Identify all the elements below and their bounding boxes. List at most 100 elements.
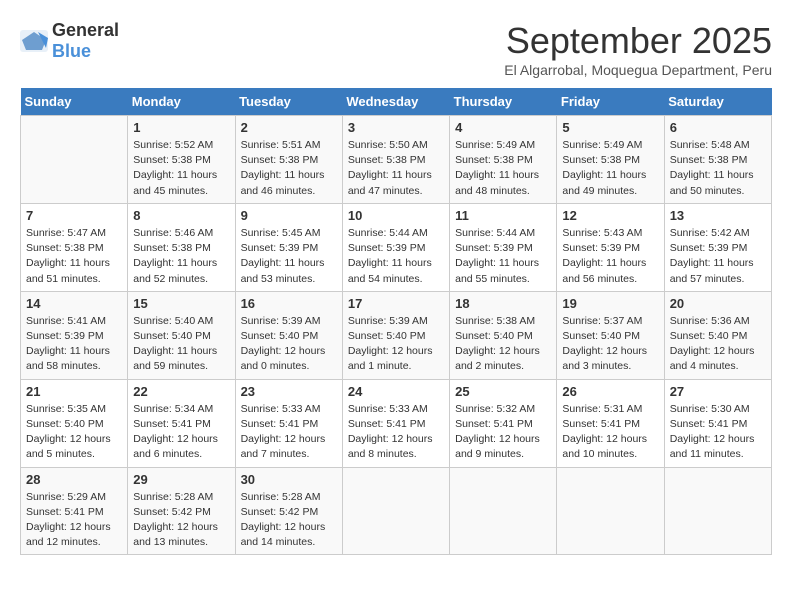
day-cell: 29 Sunrise: 5:28 AM Sunset: 5:42 PM Dayli… xyxy=(128,467,235,555)
logo: General Blue xyxy=(20,20,119,62)
day-info: Sunrise: 5:43 AM Sunset: 5:39 PM Dayligh… xyxy=(562,226,658,287)
day-info: Sunrise: 5:30 AM Sunset: 5:41 PM Dayligh… xyxy=(670,402,766,463)
day-cell: 30Sunrise: 5:28 AM Sunset: 5:42 PM Dayli… xyxy=(235,467,342,555)
day-number: 25 xyxy=(455,384,551,399)
day-number: 11 xyxy=(455,208,551,223)
day-cell: 11 Sunrise: 5:44 AM Sunset: 5:39 PM Dayli… xyxy=(450,203,557,291)
logo-text: General Blue xyxy=(52,20,119,62)
day-cell: 14 Sunrise: 5:41 AM Sunset: 5:39 PM Dayli… xyxy=(21,291,128,379)
day-info: Sunrise: 5:33 AM Sunset: 5:41 PM Dayligh… xyxy=(241,402,337,463)
day-cell: 15 Sunrise: 5:40 AM Sunset: 5:40 PM Dayli… xyxy=(128,291,235,379)
day-cell: 5Sunrise: 5:49 AM Sunset: 5:38 PM Daylig… xyxy=(557,116,664,204)
day-number: 6 xyxy=(670,120,766,135)
day-cell: 9Sunrise: 5:45 AM Sunset: 5:39 PM Daylig… xyxy=(235,203,342,291)
calendar-table: SundayMondayTuesdayWednesdayThursdayFrid… xyxy=(20,88,772,555)
day-cell: 10Sunrise: 5:44 AM Sunset: 5:39 PM Dayli… xyxy=(342,203,449,291)
day-info: Sunrise: 5:50 AM Sunset: 5:38 PM Dayligh… xyxy=(348,138,444,199)
day-info: Sunrise: 5:35 AM Sunset: 5:40 PM Dayligh… xyxy=(26,402,122,463)
day-number: 1 xyxy=(133,120,229,135)
day-number: 28 xyxy=(26,472,122,487)
day-number: 9 xyxy=(241,208,337,223)
week-row-3: 14 Sunrise: 5:41 AM Sunset: 5:39 PM Dayli… xyxy=(21,291,772,379)
header-cell-thursday: Thursday xyxy=(450,88,557,116)
day-number: 27 xyxy=(670,384,766,399)
day-number: 18 xyxy=(455,296,551,311)
header: General Blue September 2025 El Algarroba… xyxy=(20,20,772,78)
day-cell: 21Sunrise: 5:35 AM Sunset: 5:40 PM Dayli… xyxy=(21,379,128,467)
header-row: SundayMondayTuesdayWednesdayThursdayFrid… xyxy=(21,88,772,116)
day-cell: 23 Sunrise: 5:33 AM Sunset: 5:41 PM Dayli… xyxy=(235,379,342,467)
day-info: Sunrise: 5:31 AM Sunset: 5:41 PM Dayligh… xyxy=(562,402,658,463)
day-info: Sunrise: 5:36 AM Sunset: 5:40 PM Dayligh… xyxy=(670,314,766,375)
day-info: Sunrise: 5:41 AM Sunset: 5:39 PM Dayligh… xyxy=(26,314,122,375)
day-cell xyxy=(21,116,128,204)
day-number: 2 xyxy=(241,120,337,135)
day-number: 17 xyxy=(348,296,444,311)
header-cell-tuesday: Tuesday xyxy=(235,88,342,116)
week-row-1: 1 Sunrise: 5:52 AM Sunset: 5:38 PM Daylig… xyxy=(21,116,772,204)
day-info: Sunrise: 5:33 AM Sunset: 5:41 PM Dayligh… xyxy=(348,402,444,463)
day-cell: 24 Sunrise: 5:33 AM Sunset: 5:41 PM Dayli… xyxy=(342,379,449,467)
day-info: Sunrise: 5:42 AM Sunset: 5:39 PM Dayligh… xyxy=(670,226,766,287)
week-row-2: 7Sunrise: 5:47 AM Sunset: 5:38 PM Daylig… xyxy=(21,203,772,291)
day-info: Sunrise: 5:29 AM Sunset: 5:41 PM Dayligh… xyxy=(26,490,122,551)
day-info: Sunrise: 5:34 AM Sunset: 5:41 PM Dayligh… xyxy=(133,402,229,463)
day-number: 26 xyxy=(562,384,658,399)
day-info: Sunrise: 5:51 AM Sunset: 5:38 PM Dayligh… xyxy=(241,138,337,199)
header-cell-sunday: Sunday xyxy=(21,88,128,116)
day-cell: 13 Sunrise: 5:42 AM Sunset: 5:39 PM Dayli… xyxy=(664,203,771,291)
logo-icon xyxy=(20,30,48,52)
day-cell: 7Sunrise: 5:47 AM Sunset: 5:38 PM Daylig… xyxy=(21,203,128,291)
day-number: 30 xyxy=(241,472,337,487)
day-number: 23 xyxy=(241,384,337,399)
day-cell: 18 Sunrise: 5:38 AM Sunset: 5:40 PM Dayli… xyxy=(450,291,557,379)
day-cell: 20 Sunrise: 5:36 AM Sunset: 5:40 PM Dayli… xyxy=(664,291,771,379)
day-number: 16 xyxy=(241,296,337,311)
day-number: 22 xyxy=(133,384,229,399)
day-number: 20 xyxy=(670,296,766,311)
day-info: Sunrise: 5:49 AM Sunset: 5:38 PM Dayligh… xyxy=(562,138,658,199)
day-cell: 16Sunrise: 5:39 AM Sunset: 5:40 PM Dayli… xyxy=(235,291,342,379)
day-cell: 27 Sunrise: 5:30 AM Sunset: 5:41 PM Dayli… xyxy=(664,379,771,467)
day-cell: 12 Sunrise: 5:43 AM Sunset: 5:39 PM Dayli… xyxy=(557,203,664,291)
day-cell: 26 Sunrise: 5:31 AM Sunset: 5:41 PM Dayli… xyxy=(557,379,664,467)
day-info: Sunrise: 5:40 AM Sunset: 5:40 PM Dayligh… xyxy=(133,314,229,375)
day-info: Sunrise: 5:39 AM Sunset: 5:40 PM Dayligh… xyxy=(348,314,444,375)
header-cell-friday: Friday xyxy=(557,88,664,116)
logo-general: General xyxy=(52,20,119,40)
day-cell: 6 Sunrise: 5:48 AM Sunset: 5:38 PM Daylig… xyxy=(664,116,771,204)
header-cell-monday: Monday xyxy=(128,88,235,116)
header-cell-wednesday: Wednesday xyxy=(342,88,449,116)
day-number: 15 xyxy=(133,296,229,311)
day-info: Sunrise: 5:48 AM Sunset: 5:38 PM Dayligh… xyxy=(670,138,766,199)
day-info: Sunrise: 5:52 AM Sunset: 5:38 PM Dayligh… xyxy=(133,138,229,199)
day-info: Sunrise: 5:44 AM Sunset: 5:39 PM Dayligh… xyxy=(455,226,551,287)
day-cell: 8Sunrise: 5:46 AM Sunset: 5:38 PM Daylig… xyxy=(128,203,235,291)
week-row-4: 21Sunrise: 5:35 AM Sunset: 5:40 PM Dayli… xyxy=(21,379,772,467)
location-title: El Algarrobal, Moquegua Department, Peru xyxy=(504,62,772,78)
day-number: 7 xyxy=(26,208,122,223)
day-number: 29 xyxy=(133,472,229,487)
day-number: 8 xyxy=(133,208,229,223)
day-cell: 3Sunrise: 5:50 AM Sunset: 5:38 PM Daylig… xyxy=(342,116,449,204)
day-number: 12 xyxy=(562,208,658,223)
day-number: 14 xyxy=(26,296,122,311)
day-info: Sunrise: 5:32 AM Sunset: 5:41 PM Dayligh… xyxy=(455,402,551,463)
day-number: 24 xyxy=(348,384,444,399)
day-cell: 17 Sunrise: 5:39 AM Sunset: 5:40 PM Dayli… xyxy=(342,291,449,379)
day-cell xyxy=(450,467,557,555)
day-cell xyxy=(664,467,771,555)
month-title: September 2025 xyxy=(504,20,772,62)
day-number: 19 xyxy=(562,296,658,311)
day-info: Sunrise: 5:37 AM Sunset: 5:40 PM Dayligh… xyxy=(562,314,658,375)
logo-blue: Blue xyxy=(52,41,91,61)
day-cell: 22 Sunrise: 5:34 AM Sunset: 5:41 PM Dayli… xyxy=(128,379,235,467)
day-number: 13 xyxy=(670,208,766,223)
day-cell: 19 Sunrise: 5:37 AM Sunset: 5:40 PM Dayli… xyxy=(557,291,664,379)
day-cell: 28 Sunrise: 5:29 AM Sunset: 5:41 PM Dayli… xyxy=(21,467,128,555)
day-cell xyxy=(342,467,449,555)
day-number: 4 xyxy=(455,120,551,135)
day-info: Sunrise: 5:28 AM Sunset: 5:42 PM Dayligh… xyxy=(133,490,229,551)
day-info: Sunrise: 5:38 AM Sunset: 5:40 PM Dayligh… xyxy=(455,314,551,375)
title-area: September 2025 El Algarrobal, Moquegua D… xyxy=(504,20,772,78)
